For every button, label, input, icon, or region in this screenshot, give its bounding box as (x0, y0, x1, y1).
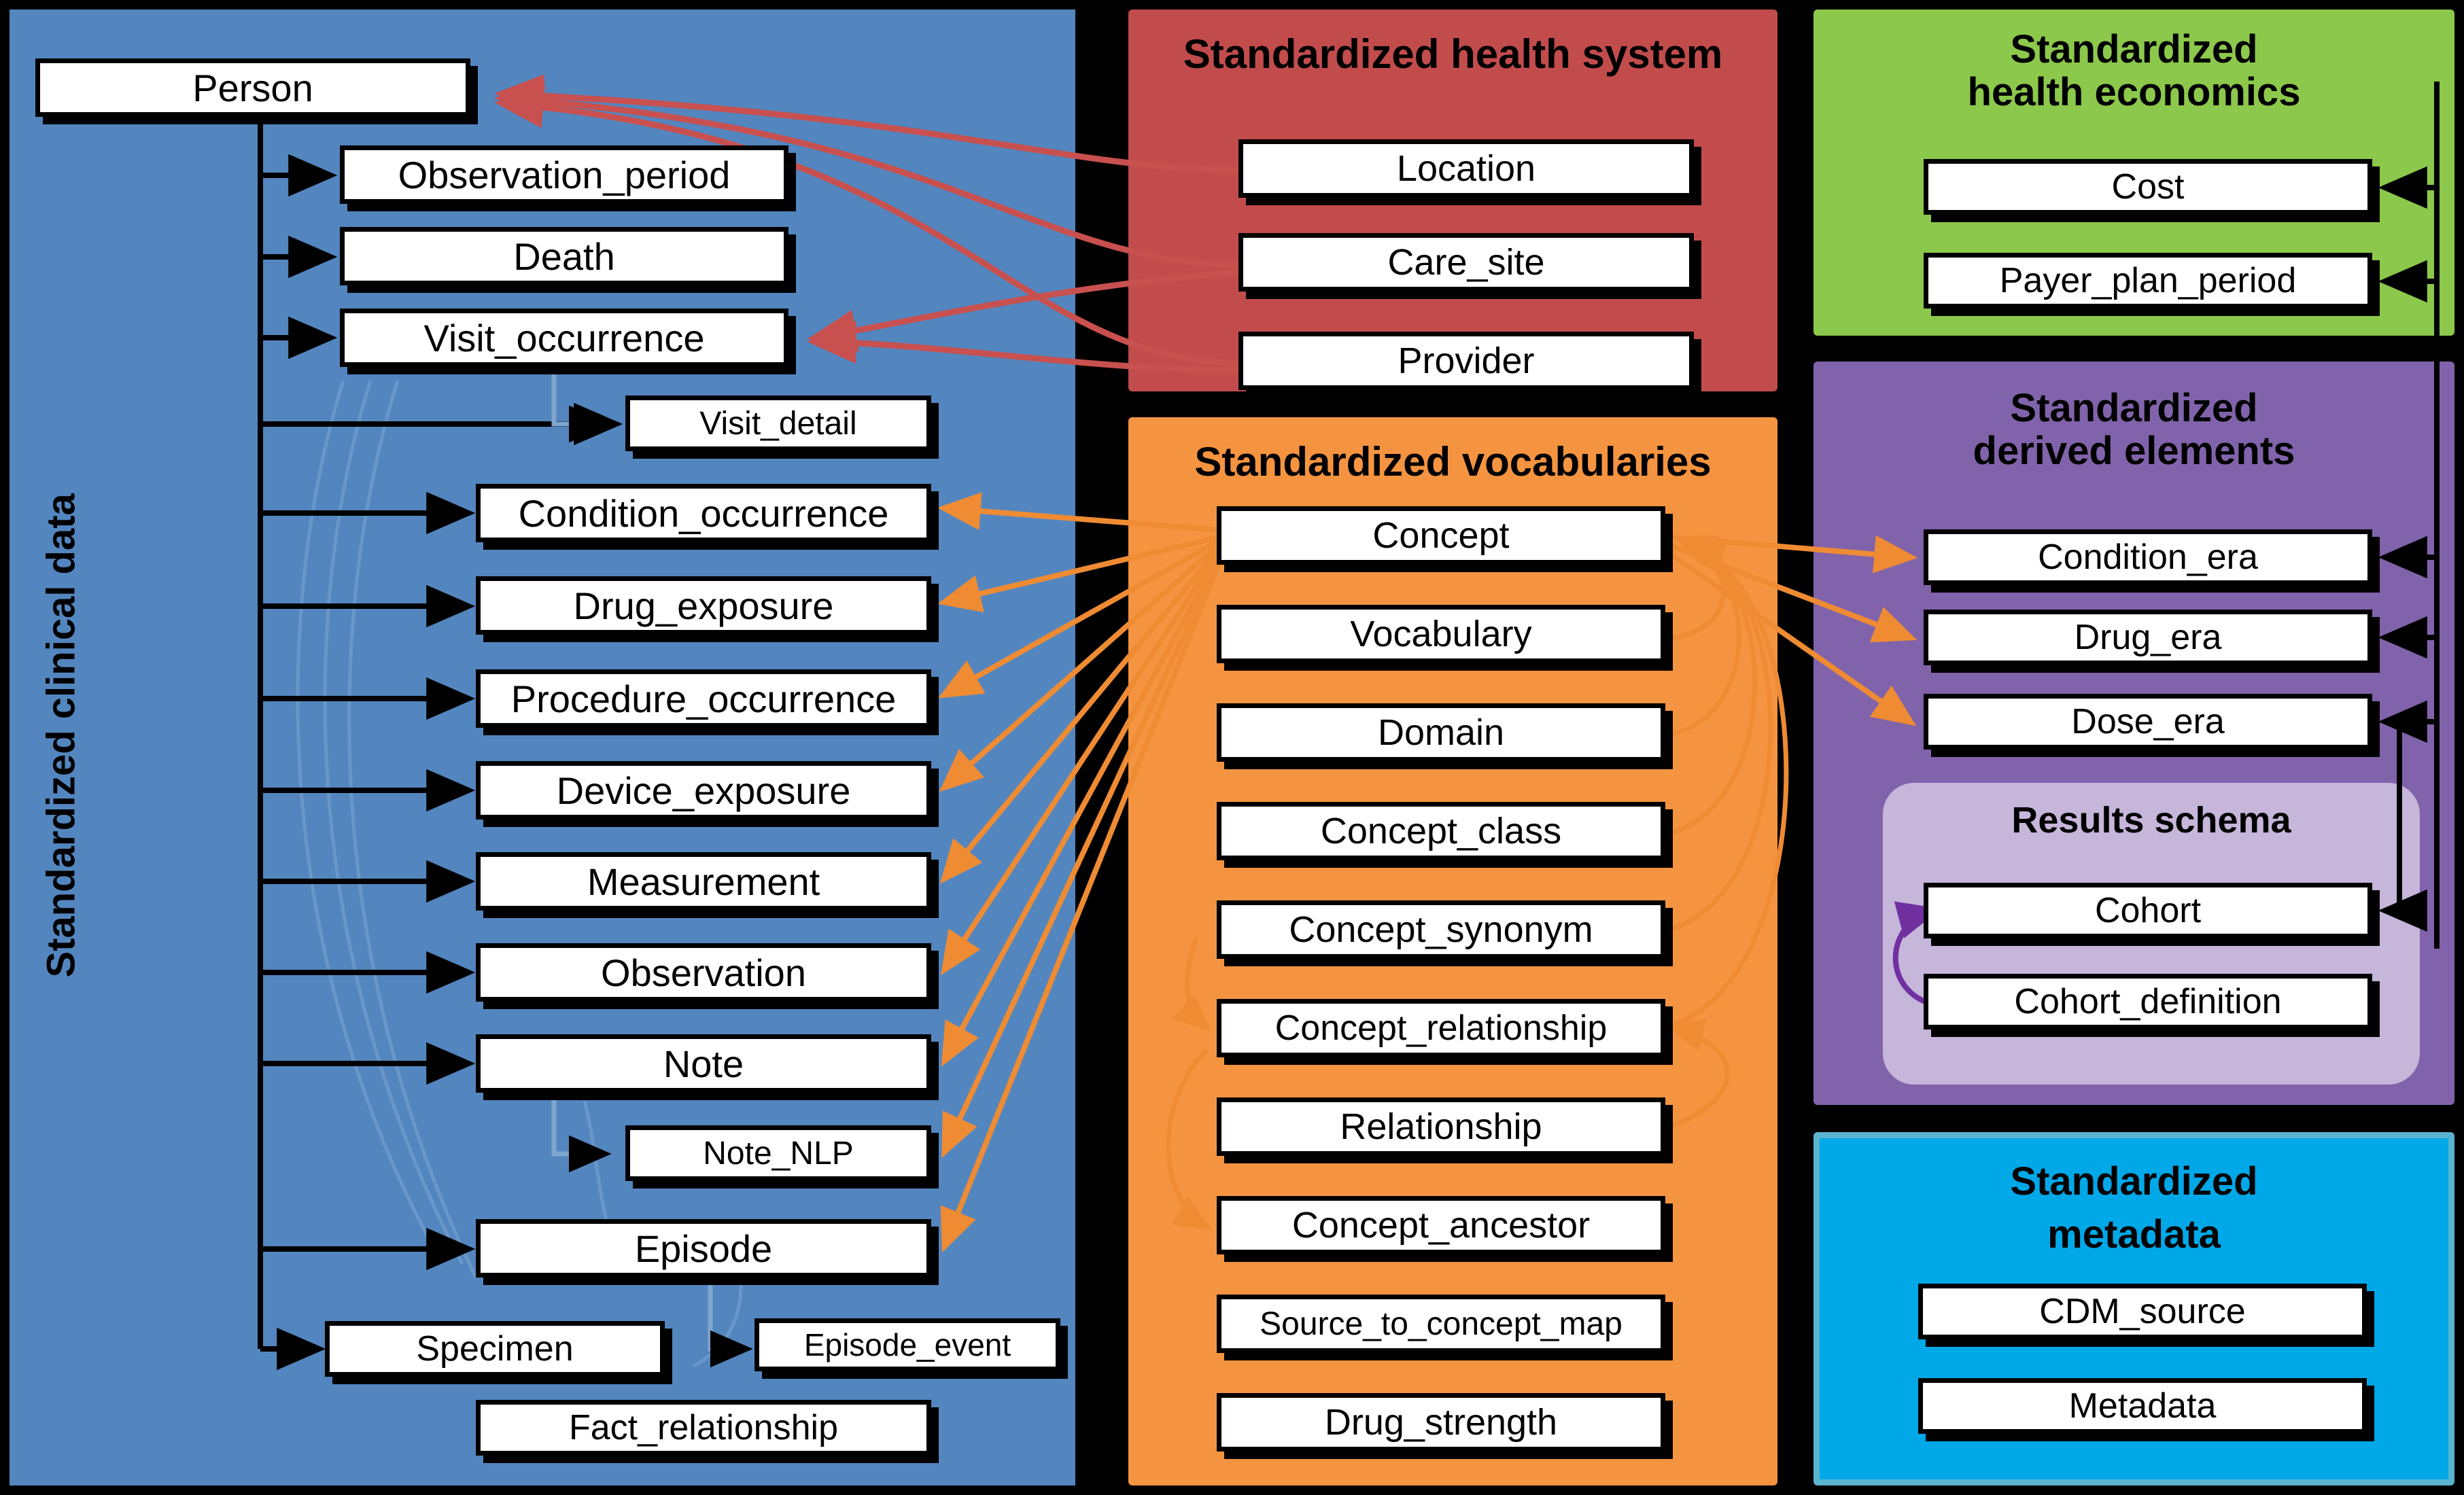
omop-cdm-diagram: Standardized health system Standardized … (0, 0, 2464, 1495)
entity-observation[interactable]: Observation (476, 943, 931, 1002)
entity-drug-era[interactable]: Drug_era (1924, 610, 2372, 665)
entity-cost[interactable]: Cost (1924, 159, 2372, 215)
entity-metadata[interactable]: Metadata (1918, 1378, 2367, 1434)
entity-vocabulary[interactable]: Vocabulary (1217, 605, 1665, 663)
panel-title-results-schema: Results schema (2011, 800, 2291, 841)
entity-condition-era[interactable]: Condition_era (1924, 529, 2372, 585)
entity-device-exposure[interactable]: Device_exposure (476, 761, 931, 820)
panel-title-clinical-data: Standardized clinical data (39, 493, 84, 978)
panel-title-vocabularies: Standardized vocabularies (1194, 439, 1712, 485)
entity-location[interactable]: Location (1238, 139, 1694, 198)
entity-note-nlp[interactable]: Note_NLP (625, 1125, 931, 1181)
entity-concept-synonym[interactable]: Concept_synonym (1217, 900, 1665, 959)
entity-domain[interactable]: Domain (1217, 703, 1665, 762)
entity-payer-plan-period[interactable]: Payer_plan_period (1924, 253, 2372, 309)
entity-cdm-source[interactable]: CDM_source (1918, 1284, 2367, 1339)
entity-specimen[interactable]: Specimen (325, 1321, 665, 1377)
entity-cohort[interactable]: Cohort (1924, 883, 2372, 938)
entity-drug-strength[interactable]: Drug_strength (1217, 1393, 1665, 1452)
entity-person[interactable]: Person (35, 58, 470, 117)
entity-provider[interactable]: Provider (1238, 332, 1694, 390)
panel-title-health-economics: Standardized health economics (1967, 27, 2301, 114)
entity-concept-class[interactable]: Concept_class (1217, 802, 1665, 860)
panel-title-health-system: Standardized health system (1183, 31, 1723, 77)
entity-observation-period[interactable]: Observation_period (340, 145, 788, 204)
entity-dose-era[interactable]: Dose_era (1924, 694, 2372, 750)
entity-relationship[interactable]: Relationship (1217, 1097, 1665, 1156)
entity-source-to-concept-map[interactable]: Source_to_concept_map (1217, 1295, 1665, 1353)
entity-concept-relationship[interactable]: Concept_relationship (1217, 999, 1665, 1057)
entity-care-site[interactable]: Care_site (1238, 233, 1694, 292)
entity-visit-occurrence[interactable]: Visit_occurrence (340, 309, 788, 367)
entity-visit-detail[interactable]: Visit_detail (625, 395, 931, 451)
entity-drug-exposure[interactable]: Drug_exposure (476, 576, 931, 635)
entity-note[interactable]: Note (476, 1034, 931, 1093)
entity-concept[interactable]: Concept (1217, 506, 1665, 565)
entity-procedure-occurrence[interactable]: Procedure_occurrence (476, 669, 931, 728)
entity-episode-event[interactable]: Episode_event (754, 1318, 1060, 1371)
entity-condition-occurrence[interactable]: Condition_occurrence (476, 484, 931, 542)
entity-cohort-definition[interactable]: Cohort_definition (1924, 974, 2372, 1030)
entity-fact-relationship[interactable]: Fact_relationship (476, 1400, 931, 1456)
entity-concept-ancestor[interactable]: Concept_ancestor (1217, 1196, 1665, 1254)
entity-death[interactable]: Death (340, 227, 788, 285)
entity-episode[interactable]: Episode (476, 1219, 931, 1278)
panel-title-metadata: Standardized metadata (2010, 1159, 2258, 1257)
panel-title-derived-elements: Standardized derived elements (1973, 386, 2295, 473)
entity-measurement[interactable]: Measurement (476, 852, 931, 911)
